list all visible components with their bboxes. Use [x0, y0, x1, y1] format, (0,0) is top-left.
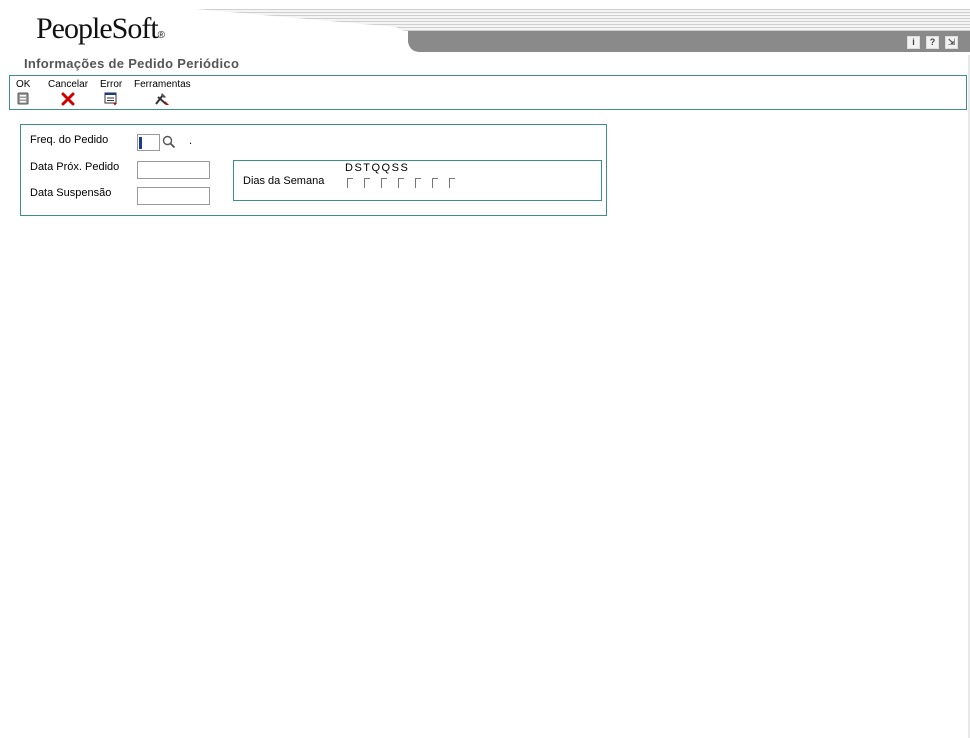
checkbox-tuesday[interactable] [381, 178, 387, 188]
form-panel: Freq. do Pedido . Data Próx. Pedido Data… [20, 124, 607, 216]
checkbox-sunday[interactable] [347, 178, 353, 188]
checkbox-thursday[interactable] [415, 178, 421, 188]
freq-description: . [189, 135, 193, 147]
toolbar: OK Cancelar Error Ferramentas [9, 75, 967, 110]
cancel-button[interactable]: Cancelar [48, 79, 88, 106]
checkbox-monday[interactable] [364, 178, 370, 188]
logo-text: PeopleSoft [36, 12, 159, 45]
tools-label: Ferramentas [134, 79, 191, 90]
checkbox-friday[interactable] [432, 178, 438, 188]
week-days-group: Dias da Semana DSTQQSS [233, 160, 602, 201]
next-order-input[interactable] [137, 161, 210, 179]
checkbox-wednesday[interactable] [398, 178, 404, 188]
search-icon[interactable] [162, 135, 176, 149]
next-order-label: Data Próx. Pedido [30, 161, 120, 173]
week-days-checkboxes [347, 178, 455, 188]
tools-icon [155, 93, 170, 105]
cancel-label: Cancelar [48, 79, 89, 90]
text-caret [139, 137, 142, 149]
header-icons: i ? ⇲ [907, 36, 958, 49]
week-days-label: Dias da Semana [243, 175, 325, 187]
suspend-input[interactable] [137, 187, 210, 205]
checkbox-saturday[interactable] [449, 178, 455, 188]
suspend-label: Data Suspensão [30, 187, 112, 199]
error-button[interactable]: Error [100, 79, 122, 106]
ok-label: OK [16, 79, 31, 90]
logo-registered-mark: ® [157, 30, 165, 41]
help-icon[interactable]: ? [926, 36, 939, 49]
week-days-letters: DSTQQSS [345, 162, 410, 174]
page-title: Informações de Pedido Periódico [24, 56, 240, 71]
error-list-icon [104, 92, 118, 106]
freq-input[interactable] [137, 134, 160, 151]
ok-button[interactable]: OK [16, 79, 30, 105]
info-icon[interactable]: i [907, 36, 920, 49]
save-icon [17, 92, 29, 105]
freq-label: Freq. do Pedido [30, 134, 109, 146]
cancel-x-icon [61, 92, 75, 106]
peoplesoft-logo: PeopleSoft® [36, 12, 165, 46]
tools-button[interactable]: Ferramentas [134, 79, 191, 106]
exit-icon[interactable]: ⇲ [945, 36, 958, 49]
error-label: Error [100, 79, 123, 90]
